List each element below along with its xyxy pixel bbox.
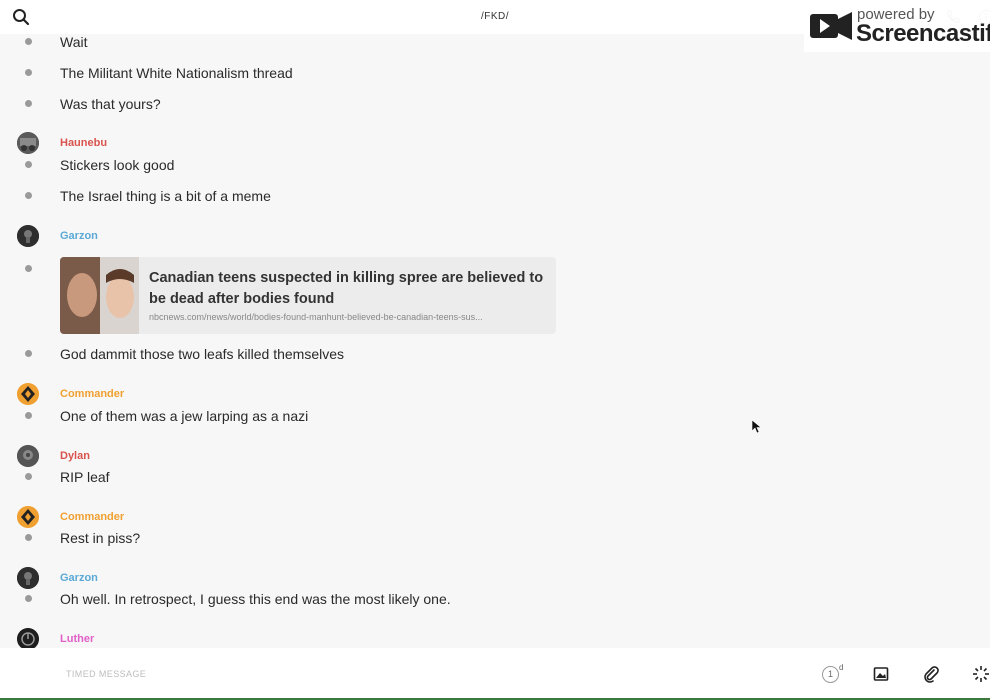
link-thumbnail-image (60, 257, 139, 334)
message-bullet (25, 100, 32, 107)
message-bullet (25, 473, 32, 480)
message-text: The Israel thing is a bit of a meme (60, 188, 271, 204)
message-bullet (25, 38, 32, 45)
message-row: Canadian teens suspected in killing spre… (0, 257, 990, 337)
message-feed[interactable]: Wait The Militant White Nationalism thre… (0, 34, 990, 648)
avatar[interactable] (17, 132, 39, 154)
message-bullet (25, 265, 32, 272)
avatar[interactable] (17, 506, 39, 528)
message-bullet (25, 534, 32, 541)
author-name[interactable]: Luther (60, 633, 94, 645)
author-header: Commander (0, 383, 990, 407)
author-name[interactable]: Dylan (60, 450, 90, 462)
author-header: Haunebu (0, 132, 990, 156)
mouse-cursor-icon (752, 420, 762, 434)
message-bullet (25, 161, 32, 168)
avatar[interactable] (17, 567, 39, 589)
message-row: Rest in piss? (0, 530, 990, 560)
message-row: Oh well. In retrospect, I guess this end… (0, 591, 990, 621)
author-name[interactable]: Commander (60, 511, 124, 523)
avatar[interactable] (17, 445, 39, 467)
avatar[interactable] (17, 383, 39, 405)
author-header: Luther (0, 628, 990, 648)
message-row: One of them was a jew larping as a nazi (0, 408, 990, 438)
author-name[interactable]: Haunebu (60, 137, 107, 149)
paperclip-icon[interactable] (922, 665, 940, 683)
message-bullet (25, 412, 32, 419)
timer-unit: d (839, 663, 844, 672)
message-bullet (25, 350, 32, 357)
avatar[interactable] (17, 628, 39, 648)
message-text: One of them was a jew larping as a nazi (60, 408, 309, 424)
author-header: Garzon (0, 567, 990, 591)
message-row: RIP leaf (0, 469, 990, 499)
image-icon[interactable] (873, 666, 889, 682)
author-header: Garzon (0, 225, 990, 249)
message-text: Oh well. In retrospect, I guess this end… (60, 591, 451, 607)
message-text: Wait (60, 34, 88, 50)
author-header: Commander (0, 506, 990, 530)
message-row: The Militant White Nationalism thread (0, 65, 990, 95)
message-text: Was that yours? (60, 96, 161, 112)
timer-button[interactable]: 1 d (822, 663, 848, 684)
message-bullet (25, 192, 32, 199)
message-row: Stickers look good (0, 157, 990, 187)
link-preview-card[interactable]: Canadian teens suspected in killing spre… (60, 257, 556, 334)
author-name[interactable]: Garzon (60, 572, 98, 584)
message-text: RIP leaf (60, 469, 110, 485)
message-row: Was that yours? (0, 96, 990, 126)
avatar[interactable] (17, 225, 39, 247)
message-text: The Militant White Nationalism thread (60, 65, 293, 81)
author-header: Dylan (0, 445, 990, 469)
link-title: Canadian teens suspected in killing spre… (149, 270, 544, 307)
author-name[interactable]: Garzon (60, 230, 98, 242)
message-input[interactable] (66, 664, 766, 684)
composer-bar: 1 d (0, 648, 990, 700)
message-text: Rest in piss? (60, 530, 141, 546)
message-row: Wait (0, 34, 990, 64)
timer-value: 1 (822, 666, 839, 683)
author-name[interactable]: Commander (60, 388, 124, 400)
message-row: The Israel thing is a bit of a meme (0, 188, 990, 218)
message-text: Stickers look good (60, 157, 175, 173)
message-bullet (25, 69, 32, 76)
link-url: nbcnews.com/news/world/bodies-found-manh… (149, 312, 483, 322)
sparkle-icon[interactable] (972, 665, 990, 683)
message-bullet (25, 595, 32, 602)
message-row: God dammit those two leafs killed themse… (0, 346, 990, 376)
message-text: God dammit those two leafs killed themse… (60, 346, 345, 362)
